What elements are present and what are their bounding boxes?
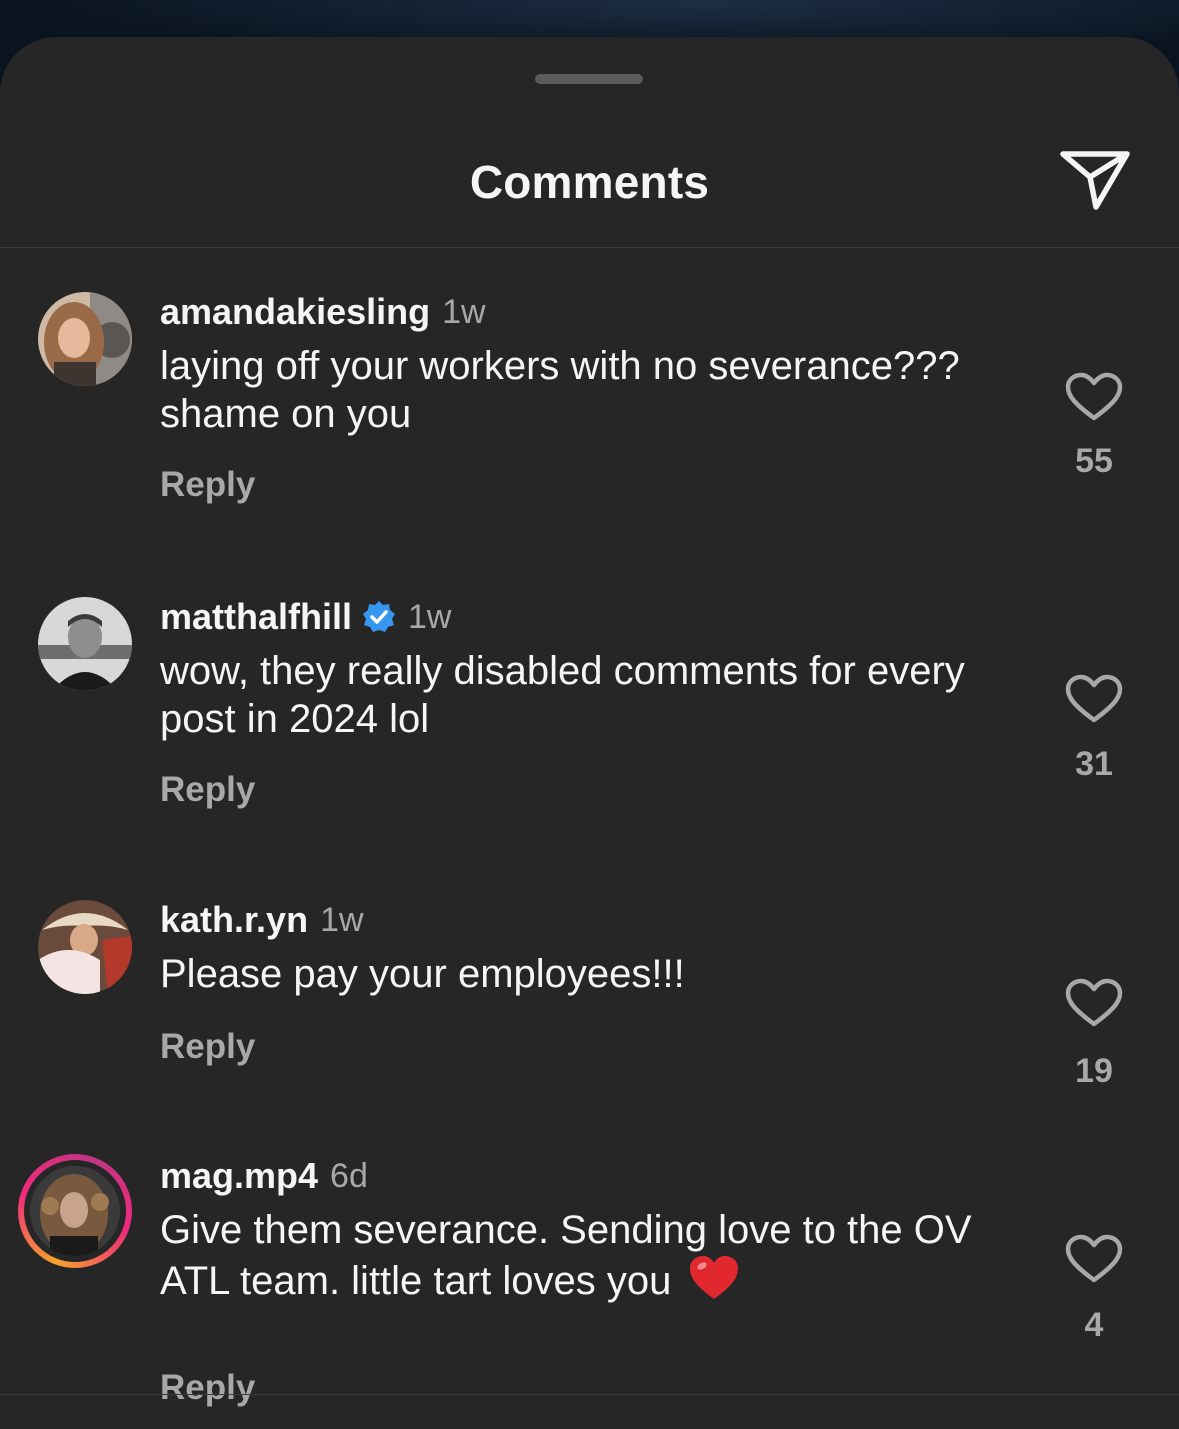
heart-outline-icon xyxy=(1065,674,1123,723)
username[interactable]: kath.r.yn xyxy=(160,899,308,941)
heart-outline-icon xyxy=(1065,372,1123,421)
comment-text: wow, they really disabled comments for e… xyxy=(160,647,1020,743)
like-button[interactable] xyxy=(1063,978,1125,1028)
comment-text: Please pay your employees!!! xyxy=(160,950,1020,998)
timestamp: 6d xyxy=(330,1156,368,1195)
reply-button[interactable]: Reply xyxy=(160,465,255,505)
reply-button[interactable]: Reply xyxy=(160,770,255,810)
comment-input-divider xyxy=(0,1394,1179,1395)
heart-outline-icon xyxy=(1065,978,1123,1027)
comment-body: laying off your workers with no severanc… xyxy=(160,344,960,436)
like-count: 55 xyxy=(1075,442,1113,480)
comment-text: Give them severance. Sending love to the… xyxy=(160,1206,1020,1305)
timestamp: 1w xyxy=(320,900,364,939)
comment-meta: amandakiesling 1w xyxy=(160,291,486,333)
like-count: 4 xyxy=(1084,1306,1104,1344)
like-count: 19 xyxy=(1075,1052,1113,1090)
paper-plane-icon xyxy=(1060,151,1130,210)
like-button[interactable] xyxy=(1063,674,1125,724)
comment-meta: mag.mp4 6d xyxy=(160,1155,368,1197)
timestamp: 1w xyxy=(408,597,452,636)
like-button[interactable] xyxy=(1063,1234,1125,1284)
comment-meta: matthalfhill 1w xyxy=(160,596,452,638)
avatar[interactable] xyxy=(38,292,132,386)
avatar[interactable] xyxy=(38,597,132,691)
comment-body: wow, they really disabled comments for e… xyxy=(160,649,965,741)
avatar-story-ring[interactable] xyxy=(18,1154,132,1268)
heart-outline-icon xyxy=(1065,1234,1123,1283)
comments-title: Comments xyxy=(469,156,710,208)
reply-button[interactable]: Reply xyxy=(160,1027,255,1067)
comments-sheet: Comments amandakiesling 1w laying off yo… xyxy=(0,37,1179,1429)
like-button[interactable] xyxy=(1063,372,1125,422)
username[interactable]: amandakiesling xyxy=(160,291,430,333)
timestamp: 1w xyxy=(442,292,486,331)
avatar[interactable] xyxy=(38,900,132,994)
comment-meta: kath.r.yn 1w xyxy=(160,899,364,941)
username[interactable]: mag.mp4 xyxy=(160,1155,318,1197)
verified-badge-icon xyxy=(363,601,396,632)
red-heart-emoji xyxy=(690,1256,739,1299)
username[interactable]: matthalfhill xyxy=(160,596,352,638)
comment-body: Please pay your employees!!! xyxy=(160,952,685,996)
like-count: 31 xyxy=(1075,745,1113,783)
sheet-drag-handle[interactable] xyxy=(535,74,643,84)
header-divider xyxy=(0,247,1179,248)
share-button[interactable] xyxy=(1058,149,1132,213)
reply-button[interactable]: Reply xyxy=(160,1368,255,1408)
comment-text: laying off your workers with no severanc… xyxy=(160,342,1020,438)
comment-body: Give them severance. Sending love to the… xyxy=(160,1208,972,1303)
